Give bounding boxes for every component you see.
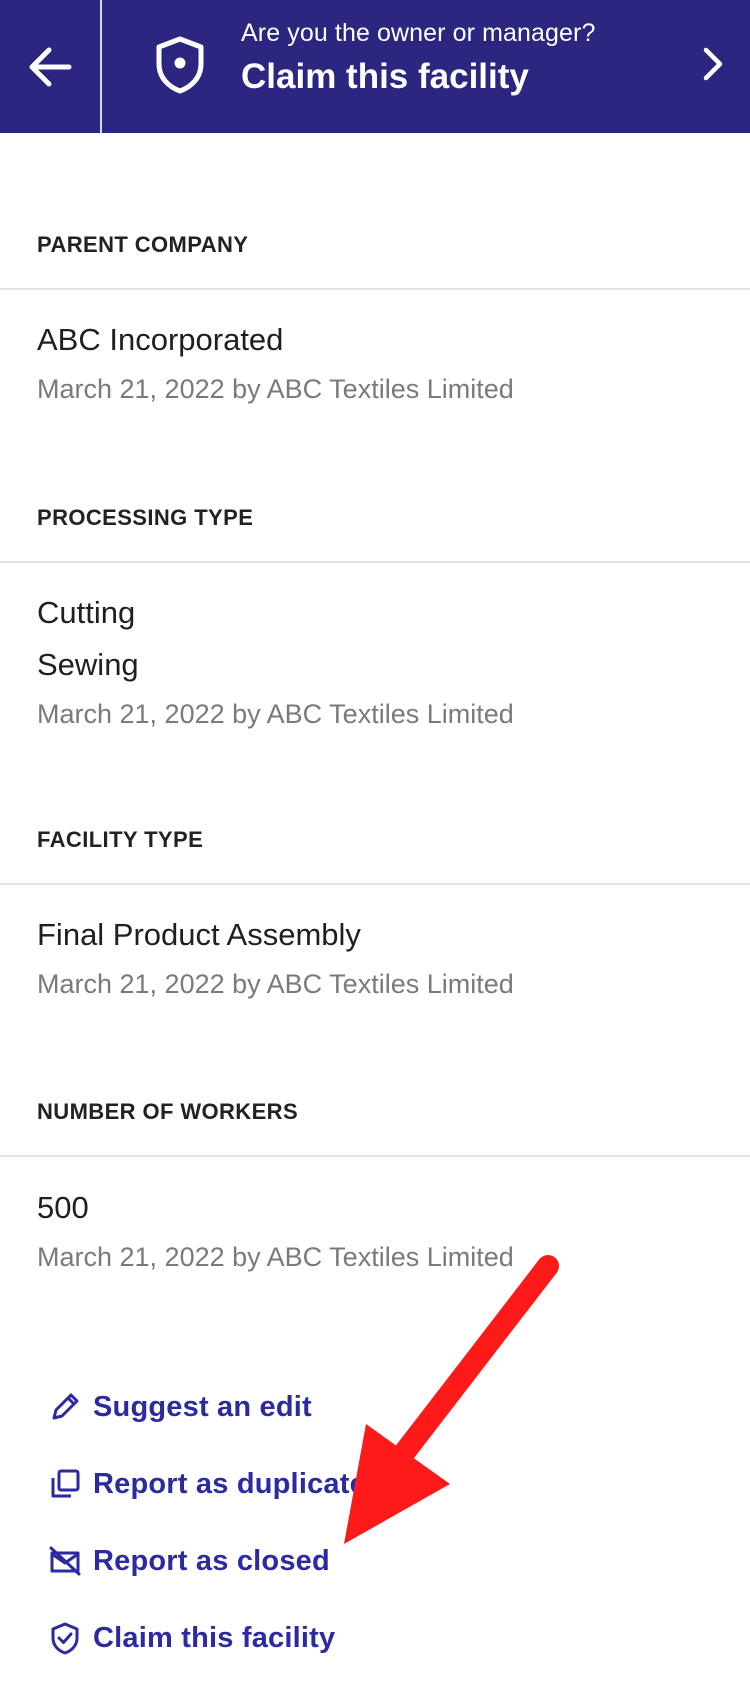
section-label-processing-type: PROCESSING TYPE — [37, 505, 254, 530]
divider — [0, 288, 750, 290]
back-button[interactable] — [0, 0, 102, 133]
duplicate-icon — [47, 1466, 83, 1502]
number-of-workers-meta: March 21, 2022 by ABC Textiles Limited — [37, 1242, 514, 1272]
header-bar: Are you the owner or manager? Claim this… — [0, 0, 750, 133]
processing-type-value-2: Sewing — [37, 647, 139, 682]
section-label-parent-company: PARENT COMPANY — [37, 232, 249, 257]
claim-facility-label: Claim this facility — [93, 1621, 336, 1654]
facility-type-meta: March 21, 2022 by ABC Textiles Limited — [37, 969, 514, 999]
divider — [0, 1155, 750, 1157]
parent-company-meta: March 21, 2022 by ABC Textiles Limited — [37, 374, 514, 404]
shield-icon — [156, 36, 204, 94]
report-duplicate-label: Report as duplicate — [93, 1467, 366, 1500]
chevron-right-icon — [703, 47, 723, 81]
number-of-workers-value: 500 — [37, 1190, 89, 1225]
parent-company-value: ABC Incorporated — [37, 322, 284, 357]
processing-type-value-1: Cutting — [37, 595, 136, 630]
facility-type-value: Final Product Assembly — [37, 917, 361, 952]
claim-facility-banner[interactable]: Are you the owner or manager? Claim this… — [102, 0, 750, 133]
section-label-facility-type: FACILITY TYPE — [37, 827, 204, 852]
banner-text: Are you the owner or manager? Claim this… — [241, 18, 596, 102]
shield-check-icon — [47, 1620, 83, 1656]
pencil-icon — [47, 1389, 83, 1425]
section-label-number-of-workers: NUMBER OF WORKERS — [37, 1099, 299, 1124]
closed-icon — [47, 1543, 83, 1579]
banner-title: Claim this facility — [241, 57, 529, 96]
suggest-edit-link[interactable]: Suggest an edit — [47, 1389, 312, 1425]
banner-question: Are you the owner or manager? — [241, 19, 596, 47]
divider — [0, 883, 750, 885]
processing-type-meta: March 21, 2022 by ABC Textiles Limited — [37, 699, 514, 729]
arrow-left-icon — [29, 47, 72, 86]
divider — [0, 561, 750, 563]
report-closed-label: Report as closed — [93, 1544, 330, 1577]
claim-facility-link[interactable]: Claim this facility — [47, 1620, 335, 1656]
report-closed-link[interactable]: Report as closed — [47, 1543, 330, 1579]
suggest-edit-label: Suggest an edit — [93, 1390, 312, 1423]
report-duplicate-link[interactable]: Report as duplicate — [47, 1466, 366, 1502]
